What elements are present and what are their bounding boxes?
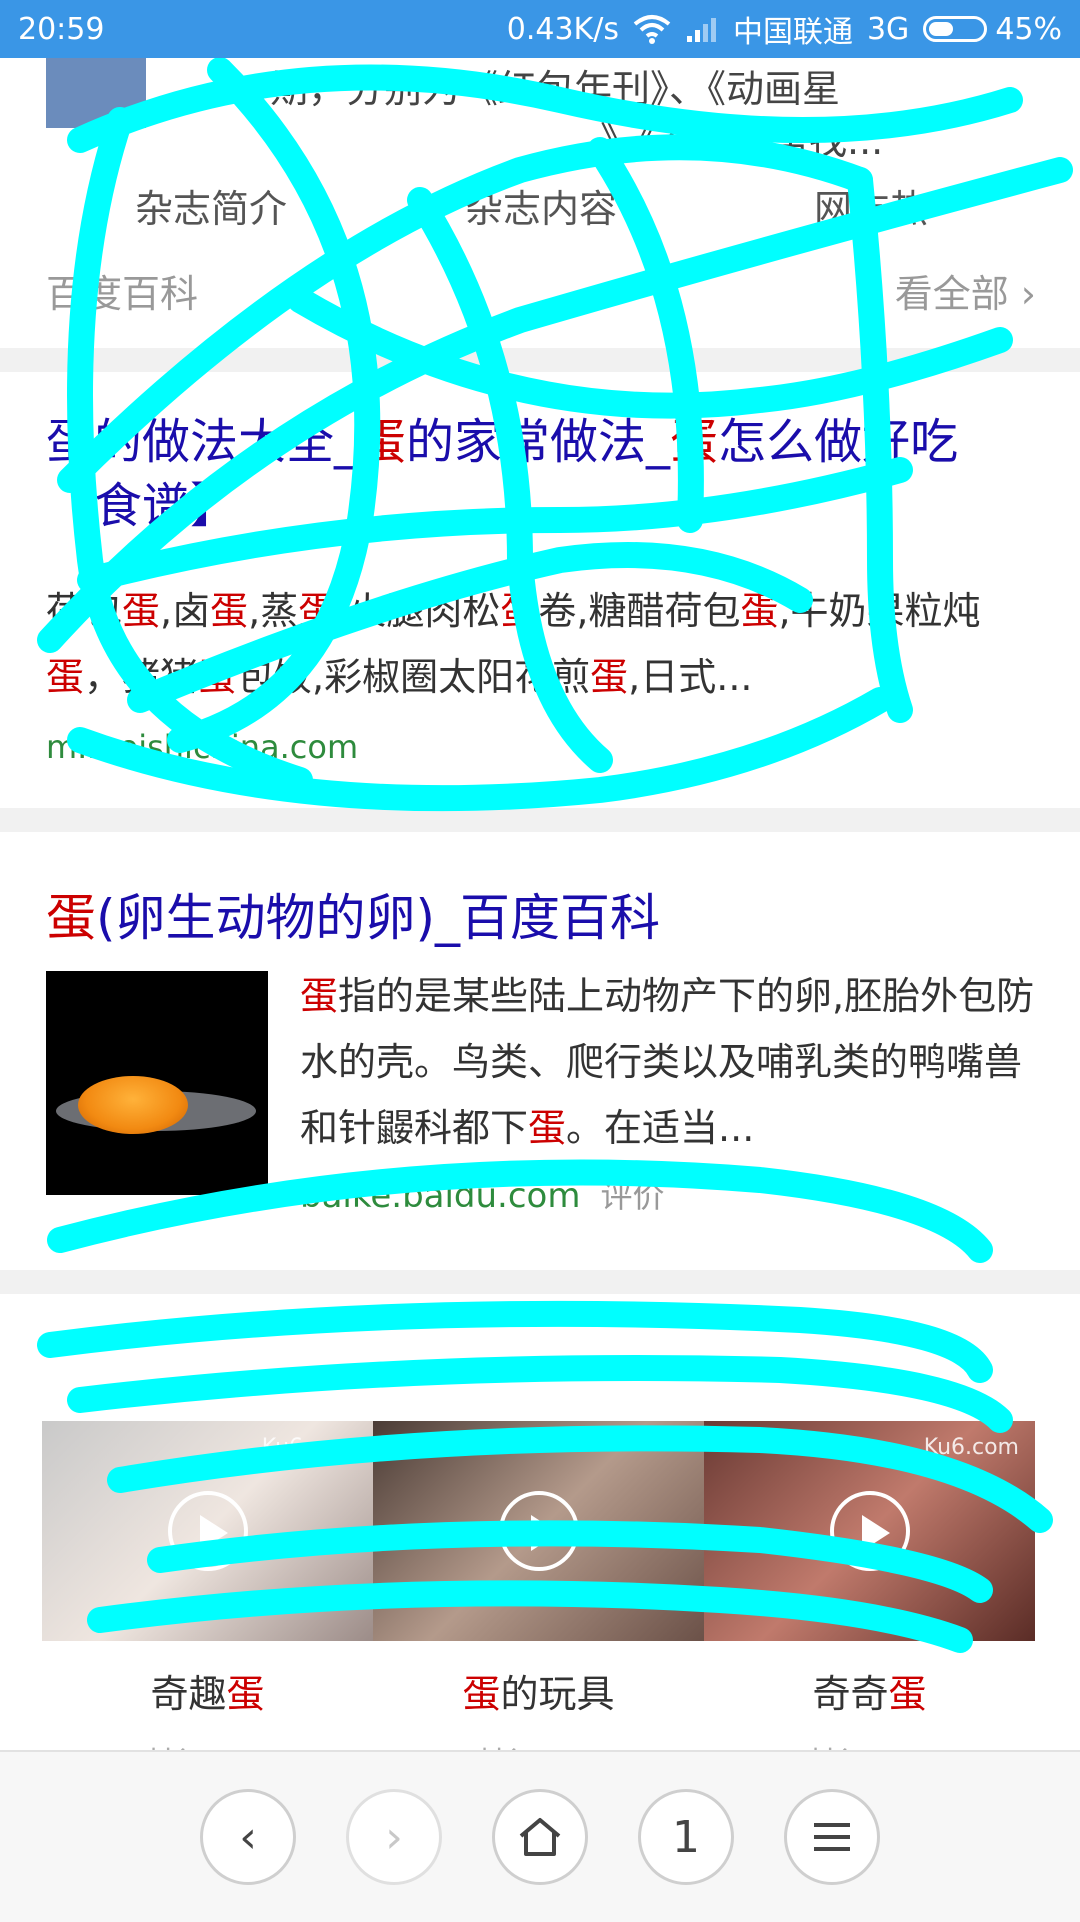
video-title-1[interactable]: 奇趣蛋	[42, 1663, 373, 1718]
video-title-2[interactable]: 蛋的玩具	[373, 1663, 704, 1718]
network-speed: 0.43K/s	[506, 11, 619, 47]
home-button[interactable]	[492, 1789, 588, 1885]
video-duration-3: 时长 02:51	[704, 1738, 1035, 1750]
video-titles: 奇趣蛋 蛋的玩具 奇奇蛋	[42, 1663, 1035, 1718]
desc-fragment: 蛋	[122, 589, 161, 633]
desc-fragment: ,牛奶果粒炖	[778, 589, 981, 633]
tab-magazine-intro[interactable]: 杂志简介	[46, 178, 376, 233]
video-title-3[interactable]: 奇奇蛋	[704, 1663, 1035, 1718]
video-duration-1: 时长 01:21	[42, 1738, 373, 1750]
desc-fragment: 蛋	[198, 655, 237, 699]
baike-result-title[interactable]: 蛋(卵生动物的卵)_百度百科	[46, 878, 660, 950]
desc-fragment: ,火腿肉松	[336, 589, 501, 633]
back-icon: ‹	[239, 1811, 257, 1863]
video-watermark: Ku6.com	[923, 1435, 1019, 1460]
play-icon[interactable]	[167, 1491, 248, 1571]
magazine-desc-line2: 》《这些年常找...	[600, 119, 884, 163]
status-right: 0.43K/s 中国联通 3G 45%	[507, 7, 1062, 51]
battery-icon	[923, 16, 988, 42]
magazine-source: 百度百科	[46, 272, 199, 316]
desc-fragment: ,卤	[160, 589, 211, 633]
desc-fragment: 蛋	[210, 589, 249, 633]
view-all-link[interactable]: 看全部 ›	[895, 263, 1036, 318]
title-fragment: 的家常做法_	[406, 414, 671, 470]
desc-fragment: 蛋	[46, 655, 85, 699]
tabs-count: 1	[672, 1811, 700, 1863]
chevron-right-icon: ›	[1020, 272, 1036, 316]
desc-fragment: 荷包	[46, 589, 123, 633]
desc-fragment: ，猪猪	[84, 655, 199, 699]
video-durations: 时长 01:21 时长 01:48 时长 02:51	[42, 1738, 1035, 1750]
battery-percent: 45%	[995, 11, 1062, 47]
desc-fragment: 蛋	[500, 589, 539, 633]
divider	[0, 348, 1080, 372]
magazine-thumbnail[interactable]	[46, 58, 146, 128]
video-watermark: Ku6.com	[261, 1435, 357, 1460]
magazine-footer: 百度百科 看全部 ›	[46, 263, 1036, 318]
wifi-icon	[633, 15, 671, 44]
rate-link[interactable]: 评价	[600, 1177, 664, 1215]
desc-fragment: 蛋	[590, 655, 629, 699]
magazine-tabs: 杂志简介 杂志内容 网友热	[46, 178, 1036, 233]
status-time: 20:59	[18, 11, 105, 47]
title-fragment: 蛋	[670, 414, 719, 470]
play-icon[interactable]	[829, 1491, 910, 1571]
carrier: 中国联通	[732, 15, 853, 50]
desc-fragment: ,日式...	[628, 655, 753, 699]
desc-fragment: 蛋	[298, 589, 337, 633]
video-strip: Ku6.com Ku6.com	[42, 1421, 1035, 1641]
video-thumb-1[interactable]: Ku6.com	[42, 1421, 373, 1641]
home-icon	[519, 1818, 561, 1856]
desc-fragment: ,蒸	[248, 589, 299, 633]
browser-toolbar: ‹ › 1	[0, 1750, 1080, 1922]
search-results[interactable]: 期，分别为《红包年刊》、《动画星 》《这些年常找... 杂志简介 杂志内容 网友…	[0, 58, 1080, 1750]
desc-fragment: 蛋	[300, 974, 339, 1018]
forward-button[interactable]: ›	[346, 1789, 442, 1885]
tab-magazine-content[interactable]: 杂志内容	[376, 178, 706, 233]
desc-fragment: 蛋	[740, 589, 779, 633]
baike-result-source: baike.baidu.com 评价	[300, 1176, 665, 1216]
tab-user-hot[interactable]: 网友热	[706, 178, 1036, 233]
desc-fragment: 包饭,彩椒圈太阳花煎	[236, 655, 591, 699]
network-type: 3G	[866, 11, 910, 47]
recipe-result-source: m.meishichina.com	[46, 728, 359, 766]
egg-image[interactable]	[46, 971, 268, 1195]
recipe-result-desc: 荷包蛋,卤蛋,蒸蛋,火腿肉松蛋卷,糖醋荷包蛋,牛奶果粒炖蛋，猪猪蛋包饭,彩椒圈太…	[46, 578, 1036, 710]
video-thumb-2[interactable]	[373, 1421, 704, 1641]
menu-icon	[814, 1823, 850, 1851]
status-bar: 20:59 0.43K/s 中国联通 3G 45%	[0, 0, 1080, 58]
forward-icon: ›	[385, 1811, 403, 1863]
divider	[0, 808, 1080, 832]
title-fragment: 食谱】	[94, 478, 239, 534]
video-duration-2: 时长 01:48	[373, 1738, 704, 1750]
divider	[0, 1270, 1080, 1294]
battery: 45%	[923, 12, 1062, 47]
menu-button[interactable]	[784, 1789, 880, 1885]
desc-fragment: 。在适当...	[566, 1106, 755, 1150]
video-thumb-3[interactable]: Ku6.com	[704, 1421, 1035, 1641]
play-icon[interactable]	[498, 1491, 579, 1571]
back-button[interactable]: ‹	[200, 1789, 296, 1885]
magazine-desc-line1: 期，分别为《红包年刊》、《动画星	[270, 67, 841, 111]
desc-fragment: 卷,糖醋荷包	[538, 589, 741, 633]
tabs-button[interactable]: 1	[638, 1789, 734, 1885]
desc-fragment: 蛋	[528, 1106, 567, 1150]
baike-result-desc: 蛋指的是某些陆上动物产下的卵,胚胎外包防水的壳。鸟类、爬行类以及哺乳类的鸭嘴兽和…	[300, 963, 1040, 1161]
title-fragment: 蛋的做法大全_	[46, 414, 359, 470]
signal-icon	[686, 18, 716, 42]
recipe-result-title[interactable]: 蛋的做法大全_蛋的家常做法_蛋怎么做好吃【食谱】	[46, 410, 1036, 538]
title-fragment: 蛋	[358, 414, 407, 470]
